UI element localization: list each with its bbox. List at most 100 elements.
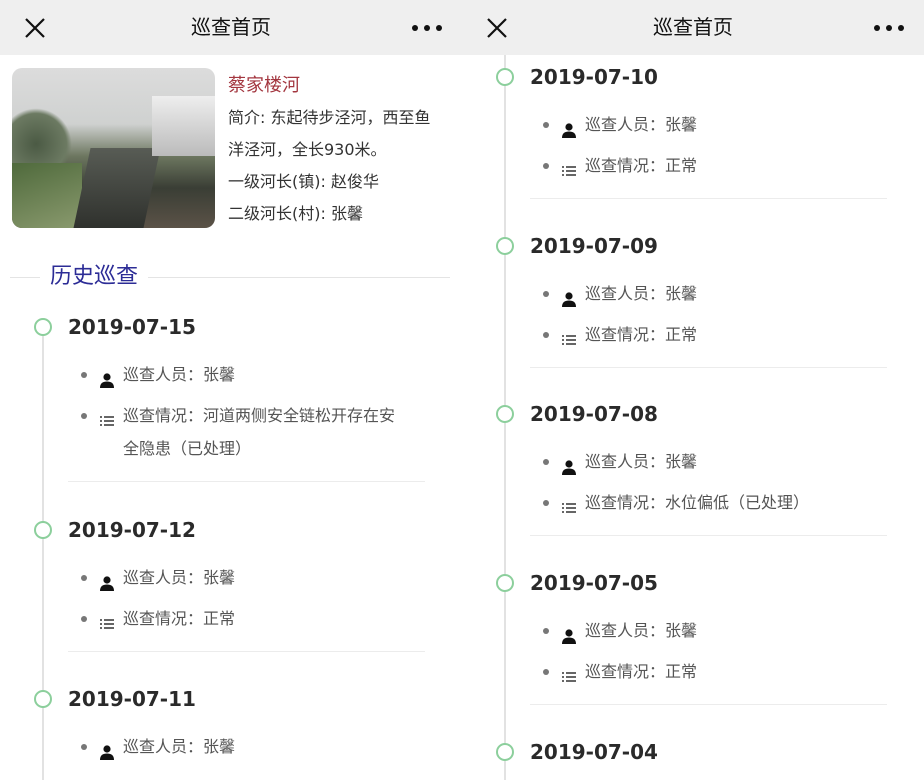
record-divider xyxy=(530,704,887,705)
more-dots-icon[interactable] xyxy=(874,18,904,38)
inspector-item: 巡查人员：张馨 xyxy=(543,614,863,647)
person-icon xyxy=(99,569,115,591)
record-details: 巡查人员：张馨巡查情况：河道两侧安全链松开存在安全隐患（已处理） xyxy=(81,358,401,473)
inspector-item: 巡查人员：张馨 xyxy=(81,358,401,391)
status-value: 水位偏低（已处理） xyxy=(665,493,810,512)
record-details: 巡查人员：张馨 巡查情况：正常 xyxy=(543,108,863,190)
status-value: 正常 xyxy=(665,156,698,175)
history-title: 历史巡查 xyxy=(40,260,149,294)
close-icon[interactable] xyxy=(22,15,48,41)
inspector-label: 巡查人员： xyxy=(123,737,204,756)
inspector-item: 巡查人员：张馨 xyxy=(81,730,401,763)
page-title: 巡查首页 xyxy=(191,15,271,39)
inspector-value: 张馨 xyxy=(665,452,698,471)
inspector-label: 巡查人员： xyxy=(585,452,666,471)
person-icon xyxy=(561,285,577,307)
timeline-dot-icon xyxy=(496,574,514,592)
record-date: 2019-07-04 xyxy=(530,740,658,764)
record-divider xyxy=(68,651,425,652)
timeline-dot-icon xyxy=(496,405,514,423)
record-divider xyxy=(530,535,887,536)
nav-bar: 巡查首页 xyxy=(0,0,462,55)
list-icon xyxy=(561,663,577,682)
inspector-value: 张馨 xyxy=(203,568,236,587)
river-intro-line1: 简介: 东起待步泾河，西至鱼 xyxy=(228,108,431,127)
list-icon xyxy=(561,157,577,176)
river-name: 蔡家楼河 xyxy=(228,75,300,96)
person-icon xyxy=(99,366,115,388)
inspector-value: 张馨 xyxy=(665,284,698,303)
screen-right: 2019-07-10 巡查人员：张馨 巡查情况：正常 2019-07-09 巡查人员：张… xyxy=(462,0,924,780)
status-label: 巡查情况： xyxy=(585,662,666,681)
status-item: 巡查情况：正常 xyxy=(81,602,401,635)
inspector-item: 巡查人员：张馨 xyxy=(543,445,863,478)
inspector-item: 巡查人员：张馨 xyxy=(543,108,863,141)
timeline-line xyxy=(42,335,44,780)
person-icon xyxy=(561,453,577,475)
river-intro-line2: 洋泾河，全长930米。 xyxy=(228,140,387,159)
inspector-label: 巡查人员： xyxy=(585,621,666,640)
inspector-label: 巡查人员： xyxy=(585,284,666,303)
record-date: 2019-07-15 xyxy=(68,315,196,339)
history-section-header: 历史巡查 xyxy=(10,260,450,294)
timeline-dot-icon xyxy=(496,68,514,86)
record-divider xyxy=(68,481,425,482)
record-divider xyxy=(530,367,887,368)
status-value: 正常 xyxy=(203,609,236,628)
record-details: 巡查人员：张馨 巡查情况：正常 xyxy=(81,561,401,643)
list-icon xyxy=(99,407,115,426)
list-icon xyxy=(561,326,577,345)
inspector-label: 巡查人员： xyxy=(123,365,204,384)
status-value: 正常 xyxy=(665,662,698,681)
inspector-value: 张馨 xyxy=(203,365,236,384)
record-details: 巡查人员：张馨 巡查情况：正常 xyxy=(543,277,863,359)
record-details: 巡查人员：张馨 巡查情况：正常 xyxy=(543,614,863,696)
list-icon xyxy=(99,610,115,629)
timeline-dot-icon xyxy=(34,318,52,336)
record-date: 2019-07-11 xyxy=(68,687,196,711)
status-item: 巡查情况：水位偏低（已处理） xyxy=(543,486,863,519)
inspector-label: 巡查人员： xyxy=(585,115,666,134)
record-details: 巡查人员：张馨 巡查情况：水位偏低（已处理） xyxy=(543,445,863,527)
list-icon xyxy=(561,494,577,513)
screen-left: 巡查首页 蔡家楼河 简介: 东起待步泾河，西至鱼 洋泾河，全长930米。 一级河… xyxy=(0,0,462,780)
timeline-dot-icon xyxy=(34,521,52,539)
river-chief-village: 二级河长(村): 张馨 xyxy=(228,204,363,223)
status-item: 巡查情况：正常 xyxy=(543,149,863,182)
page-title: 巡查首页 xyxy=(653,15,733,39)
status-label: 巡查情况： xyxy=(585,156,666,175)
record-date: 2019-07-08 xyxy=(530,402,658,426)
inspector-item: 巡查人员：张馨 xyxy=(543,277,863,310)
timeline-dot-icon xyxy=(34,690,52,708)
status-label: 巡查情况： xyxy=(123,406,204,425)
status-label: 巡查情况： xyxy=(123,609,204,628)
status-item: 巡查情况：河道两侧安全链松开存在安全隐患（已处理） xyxy=(81,399,401,465)
inspector-value: 张馨 xyxy=(665,115,698,134)
timeline-dot-icon xyxy=(496,237,514,255)
timeline-dot-icon xyxy=(496,743,514,761)
nav-bar: 巡查首页 xyxy=(462,0,924,55)
status-item: 巡查情况：正常 xyxy=(543,655,863,688)
status-value: 正常 xyxy=(665,325,698,344)
inspector-value: 张馨 xyxy=(665,621,698,640)
person-icon xyxy=(561,116,577,138)
close-icon[interactable] xyxy=(484,15,510,41)
inspector-item: 巡查人员：张馨 xyxy=(81,561,401,594)
record-date: 2019-07-09 xyxy=(530,234,658,258)
record-divider xyxy=(530,198,887,199)
record-date: 2019-07-12 xyxy=(68,518,196,542)
person-icon xyxy=(99,738,115,760)
record-date: 2019-07-05 xyxy=(530,571,658,595)
river-info: 蔡家楼河 简介: 东起待步泾河，西至鱼 洋泾河，全长930米。 一级河长(镇):… xyxy=(228,70,453,230)
record-details: 巡查人员：张馨 xyxy=(81,730,401,771)
status-label: 巡查情况： xyxy=(585,325,666,344)
person-icon xyxy=(561,622,577,644)
river-chief-town: 一级河长(镇): 赵俊华 xyxy=(228,172,379,191)
status-label: 巡查情况： xyxy=(585,493,666,512)
inspector-value: 张馨 xyxy=(203,737,236,756)
river-photo xyxy=(12,68,215,228)
inspector-label: 巡查人员： xyxy=(123,568,204,587)
record-date: 2019-07-10 xyxy=(530,65,658,89)
more-dots-icon[interactable] xyxy=(412,18,442,38)
status-item: 巡查情况：正常 xyxy=(543,318,863,351)
